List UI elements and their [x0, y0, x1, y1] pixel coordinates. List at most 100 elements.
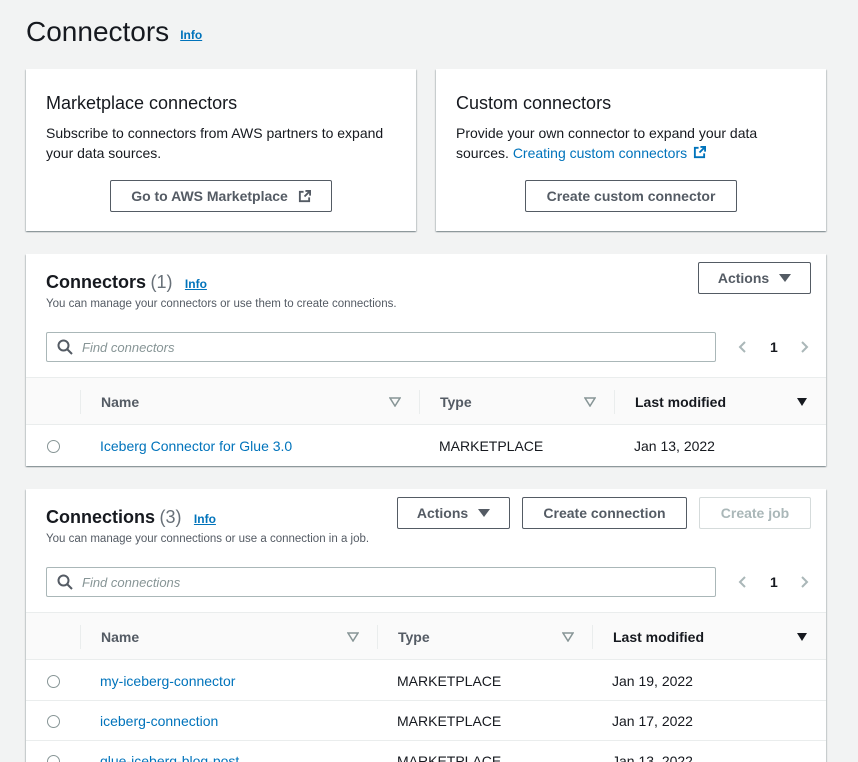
- sort-icon[interactable]: [389, 397, 401, 407]
- connectors-pagination: 1: [736, 339, 811, 355]
- column-divider: [80, 390, 81, 414]
- custom-title: Custom connectors: [456, 93, 612, 113]
- column-divider: [419, 390, 420, 414]
- connections-actions-label: Actions: [416, 505, 469, 521]
- connections-panel: Connections (3) Info You can manage your…: [26, 489, 826, 762]
- chevron-left-icon[interactable]: [736, 340, 750, 354]
- connections-table-header: Name Type Last modified: [26, 612, 826, 660]
- caret-down-icon: [779, 274, 792, 282]
- column-header-last-modified-label: Last modified: [635, 394, 727, 410]
- row-name-cell: glue-iceberg-blog-post: [100, 741, 239, 762]
- connectors-actions-button[interactable]: Actions: [698, 262, 811, 294]
- connectors-info-link[interactable]: Info: [185, 277, 207, 291]
- sort-descending-icon[interactable]: [796, 632, 808, 642]
- row-select-radio[interactable]: [47, 440, 60, 453]
- connection-name-link[interactable]: my-iceberg-connector: [100, 673, 235, 689]
- caret-down-icon: [478, 509, 491, 517]
- connections-description: You can manage your connections or use a…: [46, 533, 370, 545]
- custom-description: Provide your own connector to expand you…: [456, 123, 796, 163]
- column-header-type-label: Type: [440, 394, 472, 410]
- row-modified-cell: Jan 13, 2022: [634, 438, 715, 454]
- row-name-cell: iceberg-connection: [100, 701, 218, 741]
- connector-name-link[interactable]: Iceberg Connector for Glue 3.0: [100, 438, 292, 454]
- connections-heading: Connections (3) Info: [46, 507, 216, 528]
- custom-connectors-card: Custom connectors Provide your own conne…: [436, 69, 826, 231]
- row-type-cell: MARKETPLACE: [397, 713, 502, 729]
- search-icon: [57, 574, 73, 590]
- connections-panel-title: Connections: [46, 507, 156, 527]
- connections-actions-button[interactable]: Actions: [397, 497, 510, 529]
- connectors-panel-title: Connectors: [46, 272, 147, 292]
- row-select-radio[interactable]: [47, 675, 60, 688]
- connectors-description: You can manage your connectors or use th…: [46, 298, 397, 310]
- column-header-name-label: Name: [101, 629, 140, 645]
- external-link-icon: [298, 189, 311, 202]
- column-header-name[interactable]: Name: [101, 613, 139, 661]
- column-header-last-modified[interactable]: Last modified: [613, 613, 704, 661]
- create-connection-button[interactable]: Create connection: [522, 497, 687, 529]
- search-icon: [57, 339, 73, 355]
- column-header-type[interactable]: Type: [440, 378, 472, 426]
- connection-name-link[interactable]: iceberg-connection: [100, 713, 218, 729]
- row-name-cell: Iceberg Connector for Glue 3.0: [100, 426, 292, 466]
- find-connections-search: [46, 567, 716, 597]
- sort-icon[interactable]: [584, 397, 596, 407]
- find-connectors-input[interactable]: [82, 339, 682, 355]
- row-type-cell: MARKETPLACE: [397, 673, 502, 689]
- table-row[interactable]: Iceberg Connector for Glue 3.0 MARKETPLA…: [26, 426, 826, 466]
- create-job-button[interactable]: Create job: [699, 497, 811, 529]
- row-type-cell: MARKETPLACE: [439, 438, 544, 454]
- chevron-right-icon[interactable]: [797, 340, 811, 354]
- row-name-cell: my-iceberg-connector: [100, 661, 235, 701]
- row-select-radio[interactable]: [47, 715, 60, 728]
- sort-icon[interactable]: [562, 632, 574, 642]
- table-row[interactable]: glue-iceberg-blog-post MARKETPLACE Jan 1…: [26, 741, 826, 762]
- column-header-last-modified[interactable]: Last modified: [635, 378, 726, 426]
- marketplace-description: Subscribe to connectors from AWS partner…: [46, 125, 384, 161]
- chevron-right-icon[interactable]: [797, 575, 811, 589]
- connectors-page-number[interactable]: 1: [770, 339, 778, 355]
- column-header-type-label: Type: [398, 629, 430, 645]
- row-modified-cell: Jan 17, 2022: [612, 713, 693, 729]
- row-modified-cell: Jan 19, 2022: [612, 673, 693, 689]
- page-title: Connectors: [26, 16, 170, 47]
- connectors-panel: Connectors (1) Info You can manage your …: [26, 254, 826, 466]
- sort-icon[interactable]: [347, 632, 359, 642]
- connectors-heading: Connectors (1) Info: [46, 272, 207, 293]
- page-info-link[interactable]: Info: [180, 28, 202, 42]
- column-header-name[interactable]: Name: [101, 378, 139, 426]
- external-link-icon: [694, 146, 707, 159]
- column-divider: [592, 625, 593, 649]
- column-divider: [80, 625, 81, 649]
- connections-page-number[interactable]: 1: [770, 574, 778, 590]
- row-modified-cell: Jan 13, 2022: [612, 753, 693, 762]
- sort-descending-icon[interactable]: [796, 397, 808, 407]
- go-to-marketplace-label: Go to AWS Marketplace: [131, 188, 288, 204]
- go-to-marketplace-button[interactable]: Go to AWS Marketplace: [110, 180, 332, 212]
- column-header-type[interactable]: Type: [398, 613, 430, 661]
- connections-info-link[interactable]: Info: [194, 512, 216, 526]
- connection-name-link[interactable]: glue-iceberg-blog-post: [100, 753, 239, 762]
- find-connections-input[interactable]: [82, 574, 682, 590]
- row-type-cell: MARKETPLACE: [397, 753, 502, 762]
- column-divider: [614, 390, 615, 414]
- row-select-radio[interactable]: [47, 755, 60, 762]
- creating-custom-connectors-link[interactable]: Creating custom connectors: [512, 145, 707, 161]
- custom-link-text: Creating custom connectors: [512, 145, 688, 161]
- marketplace-title: Marketplace connectors: [46, 93, 238, 113]
- table-row[interactable]: iceberg-connection MARKETPLACE Jan 17, 2…: [26, 701, 826, 741]
- connectors-actions-label: Actions: [717, 270, 770, 286]
- find-connectors-search: [46, 332, 716, 362]
- connectors-count: (1): [150, 272, 173, 292]
- page-title-group: Connectors Info: [26, 16, 202, 48]
- create-custom-connector-button[interactable]: Create custom connector: [525, 180, 737, 212]
- column-header-name-label: Name: [101, 394, 140, 410]
- connections-pagination: 1: [736, 574, 811, 590]
- column-header-last-modified-label: Last modified: [613, 629, 705, 645]
- connections-count: (3): [159, 507, 182, 527]
- connectors-table-header: Name Type Last modified: [26, 377, 826, 425]
- column-divider: [377, 625, 378, 649]
- chevron-left-icon[interactable]: [736, 575, 750, 589]
- table-row[interactable]: my-iceberg-connector MARKETPLACE Jan 19,…: [26, 661, 826, 701]
- marketplace-connectors-card: Marketplace connectors Subscribe to conn…: [26, 69, 416, 231]
